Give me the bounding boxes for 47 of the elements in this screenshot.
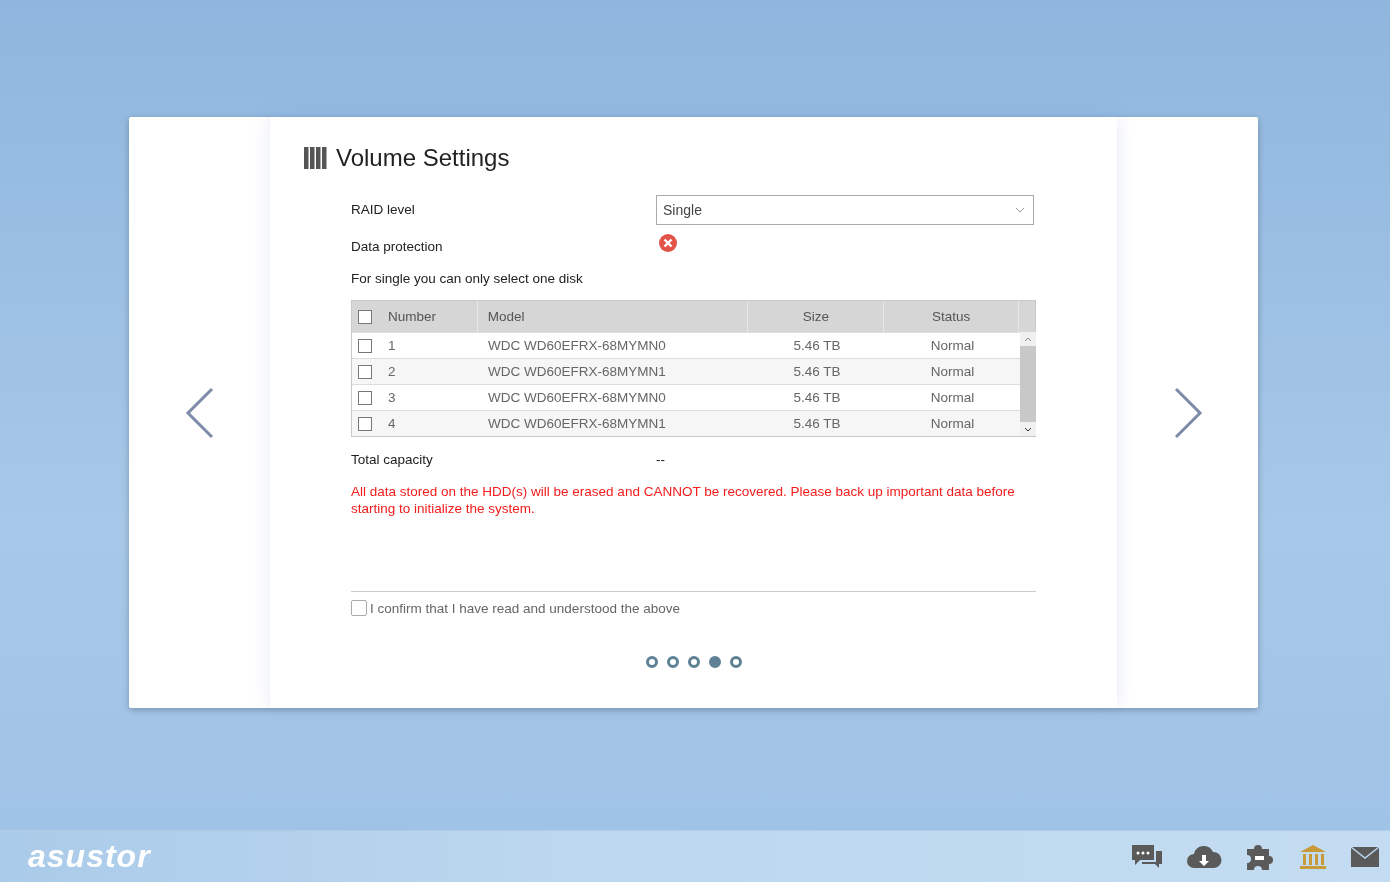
- table-cell-text: 5.46 TB: [792, 363, 842, 381]
- scroll-down-icon[interactable]: [1024, 426, 1032, 432]
- table-cell-text: 2: [387, 363, 397, 381]
- row-checkbox[interactable]: [358, 390, 372, 405]
- table-cell-text: Normal: [929, 363, 976, 381]
- raid-level-select[interactable]: Single: [656, 194, 1034, 225]
- table-cell-text: Normal: [929, 415, 976, 433]
- table-cell-text: 5.46 TB: [792, 337, 842, 355]
- total-capacity-value: --: [656, 451, 665, 467]
- table-cell-text: 5.46 TB: [792, 389, 842, 407]
- chevron-down-icon: [1015, 206, 1025, 213]
- scrollbar[interactable]: [1020, 332, 1036, 436]
- table-cell-text: WDC WD60EFRX-68MYMN0: [487, 337, 667, 355]
- brand-logo: asustor: [28, 838, 151, 875]
- select-all-checkbox[interactable]: [357, 309, 372, 324]
- page-dot[interactable]: [687, 656, 700, 668]
- disks-icon: [304, 147, 328, 169]
- page-dot[interactable]: [666, 656, 679, 668]
- table-cell-text: 4: [387, 415, 397, 433]
- page-title: Volume Settings: [336, 144, 510, 172]
- table-cell-text: WDC WD60EFRX-68MYMN1: [487, 415, 667, 433]
- row-checkbox[interactable]: [358, 338, 372, 353]
- previous-arrow-icon[interactable]: [184, 386, 215, 439]
- page-dot[interactable]: [645, 656, 658, 668]
- row-checkbox[interactable]: [358, 364, 372, 379]
- single-disk-note: For single you can only select one disk: [351, 271, 584, 286]
- page-dot[interactable]: [729, 656, 742, 668]
- puzzle-icon[interactable]: [1244, 842, 1276, 871]
- warning-text: All data stored on the HDD(s) will be erased and CANNOT be recovered. Please back up important data before starting to initialize the system.: [351, 483, 1016, 517]
- table-cell-text: 1: [387, 337, 397, 355]
- next-arrow-icon[interactable]: [1172, 386, 1203, 439]
- scroll-up-icon[interactable]: [1024, 336, 1032, 342]
- field-label: Data protection: [351, 239, 444, 254]
- confirm-checkbox[interactable]: [351, 600, 367, 616]
- table-cell-text: WDC WD60EFRX-68MYMN1: [487, 363, 667, 381]
- mail-icon[interactable]: [1350, 845, 1380, 868]
- table-cell-text: 3: [387, 389, 397, 407]
- table-cell-text: Normal: [929, 337, 976, 355]
- table-cell-text: WDC WD60EFRX-68MYMN0: [487, 389, 667, 407]
- total-capacity-label: Total capacity: [351, 451, 434, 467]
- table-cell-text: Normal: [929, 389, 976, 407]
- row-checkbox[interactable]: [358, 416, 372, 431]
- cloud-download-icon[interactable]: [1186, 843, 1222, 870]
- page-dot[interactable]: [708, 656, 721, 668]
- confirm-label[interactable]: I confirm that I have read and understood the above: [370, 600, 680, 616]
- field-label: RAID level: [351, 202, 416, 217]
- table-cell-text: 5.46 TB: [792, 415, 842, 433]
